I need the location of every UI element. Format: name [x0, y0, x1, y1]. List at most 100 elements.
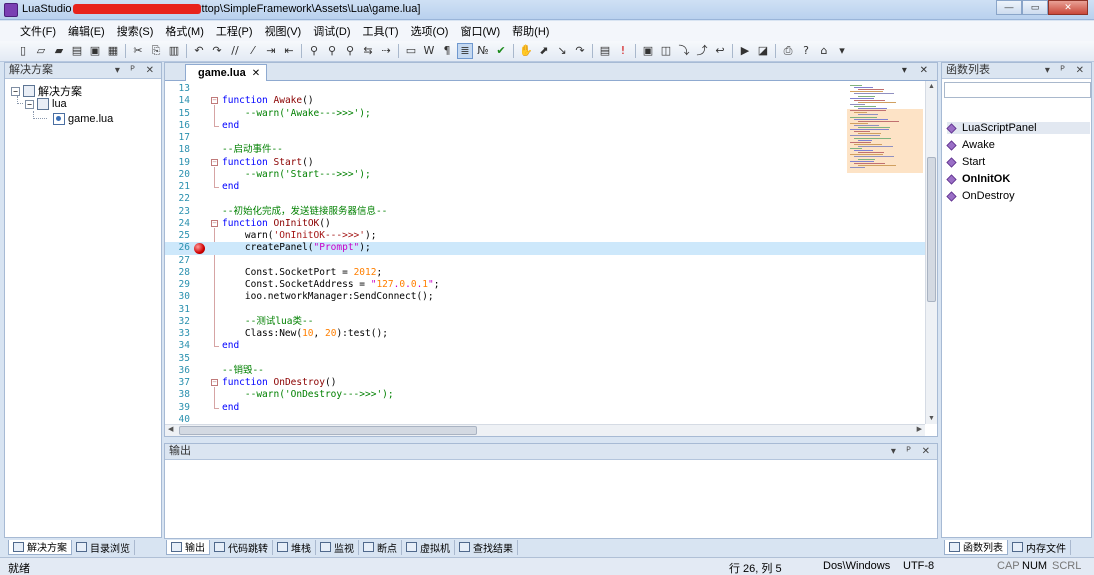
- menu-search[interactable]: 搜索(S): [111, 23, 160, 39]
- wrap-icon[interactable]: ≣: [457, 43, 473, 59]
- hand-icon[interactable]: ✋: [519, 44, 533, 58]
- menu-help[interactable]: 帮助(H): [506, 23, 555, 39]
- collapse-icon[interactable]: −: [11, 86, 20, 96]
- code-line[interactable]: 39 end: [165, 402, 925, 414]
- tabstrip-controls[interactable]: ▾ ✕: [902, 65, 933, 76]
- paste-icon[interactable]: ▥: [167, 44, 181, 58]
- tab-stack[interactable]: 堆栈: [273, 539, 316, 555]
- function-item[interactable]: OnDestroy: [946, 190, 1015, 202]
- vertical-scrollbar[interactable]: ▲ ▼: [925, 81, 937, 424]
- find-icon[interactable]: ⚲: [307, 44, 321, 58]
- outdent-icon[interactable]: ⇤: [282, 44, 296, 58]
- run-icon[interactable]: ▶: [738, 44, 752, 58]
- tab-watch[interactable]: 监视: [316, 539, 359, 555]
- stack-icon[interactable]: ▤: [598, 44, 612, 58]
- copy-icon[interactable]: ⎘: [149, 44, 163, 58]
- tab-directory-browse[interactable]: 目录浏览: [72, 539, 135, 555]
- menu-file[interactable]: 文件(F): [14, 23, 62, 39]
- panel-controls[interactable]: ▾ ᴾ ✕: [115, 63, 158, 78]
- code-line[interactable]: 35: [165, 353, 925, 365]
- menu-options[interactable]: 选项(O): [405, 23, 455, 39]
- watch-icon[interactable]: ◫: [659, 44, 673, 58]
- code-line[interactable]: 18 --启动事件--: [165, 144, 925, 156]
- help-icon[interactable]: ?: [799, 44, 813, 58]
- code-line[interactable]: 19 function Start(): [165, 157, 925, 169]
- undo-icon[interactable]: ↶: [192, 44, 206, 58]
- fold-toggle-icon[interactable]: −: [211, 158, 218, 166]
- frame-icon[interactable]: ▣: [641, 44, 655, 58]
- indent-icon[interactable]: ⇥: [264, 44, 278, 58]
- menu-view[interactable]: 视图(V): [259, 23, 308, 39]
- code-line[interactable]: 29 Const.SocketAddress = "127.0.0.1";: [165, 279, 925, 291]
- code-area[interactable]: 13 14 function Awake() −15 --warn('Awake---…: [165, 81, 925, 424]
- home-icon[interactable]: ⌂: [817, 44, 831, 58]
- comment-icon[interactable]: //: [228, 44, 242, 58]
- debug-icon[interactable]: ◪: [756, 44, 770, 58]
- view-icon[interactable]: ▭: [404, 44, 418, 58]
- vertical-scroll-thumb[interactable]: [927, 157, 936, 302]
- save-icon[interactable]: ▣: [88, 44, 102, 58]
- goto-icon[interactable]: ⇢: [379, 44, 393, 58]
- code-line[interactable]: 34 end: [165, 340, 925, 352]
- scroll-left-icon[interactable]: ◀: [168, 425, 173, 433]
- code-line[interactable]: 26 createPanel("Prompt");: [165, 242, 925, 255]
- horizontal-scrollbar[interactable]: ◀ ▶: [165, 424, 925, 436]
- open-icon[interactable]: ▱: [34, 44, 48, 58]
- code-line[interactable]: 16 end: [165, 120, 925, 132]
- replace-icon[interactable]: ⇆: [361, 44, 375, 58]
- panel-controls[interactable]: ▾ ᴾ ✕: [891, 444, 934, 459]
- code-line[interactable]: 40: [165, 414, 925, 424]
- tab-game-lua[interactable]: game.lua ✕: [185, 64, 268, 81]
- code-line[interactable]: 33 Class:New(10, 20):test();: [165, 328, 925, 340]
- tab-memory-files[interactable]: 内存文件: [1008, 539, 1071, 555]
- collapse-icon[interactable]: −: [25, 99, 34, 109]
- save-all-icon[interactable]: ▦: [106, 44, 120, 58]
- function-item[interactable]: LuaScriptPanel: [946, 122, 1090, 134]
- fold-toggle-icon[interactable]: −: [211, 97, 218, 105]
- close-button[interactable]: ✕: [1048, 0, 1088, 15]
- code-line[interactable]: 13: [165, 83, 925, 95]
- code-line[interactable]: 38 --warn('OnDestroy--->>>');: [165, 389, 925, 401]
- step-in-icon[interactable]: ⤵: [677, 44, 691, 58]
- scroll-up-icon[interactable]: ▲: [928, 83, 935, 90]
- tab-virtual-machine[interactable]: 虚拟机: [402, 539, 455, 555]
- code-line[interactable]: 28 Const.SocketPort = 2012;: [165, 267, 925, 279]
- code-line[interactable]: 17: [165, 132, 925, 144]
- menu-window[interactable]: 窗口(W): [454, 23, 506, 39]
- menu-debug[interactable]: 调试(D): [307, 23, 356, 39]
- code-line[interactable]: 24 function OnInitOK(): [165, 218, 925, 230]
- code-line[interactable]: 32 --测试lua类--: [165, 316, 925, 328]
- code-line[interactable]: 21 end: [165, 181, 925, 193]
- more-icon[interactable]: ▾: [835, 44, 849, 58]
- function-item[interactable]: Awake: [946, 139, 995, 151]
- return-icon[interactable]: ↩: [713, 44, 727, 58]
- step-over-icon[interactable]: ↷: [573, 44, 587, 58]
- tab-solution[interactable]: 解决方案: [8, 539, 72, 555]
- tab-breakpoints[interactable]: 断点: [359, 539, 402, 555]
- function-item[interactable]: Start: [946, 156, 985, 168]
- fold-toggle-icon[interactable]: −: [211, 379, 218, 386]
- cut-icon[interactable]: ✂: [131, 44, 145, 58]
- code-line[interactable]: 23 --初始化完成，发送链接服务器信息--: [165, 206, 925, 218]
- print-icon[interactable]: ⎙: [781, 44, 795, 58]
- linenumber-icon[interactable]: №: [476, 44, 490, 58]
- paragraph-icon[interactable]: ¶: [440, 44, 454, 58]
- tab-find-results[interactable]: 查找结果: [455, 539, 518, 555]
- code-line[interactable]: 30 ioo.networkManager:SendConnect();: [165, 291, 925, 303]
- maximize-button[interactable]: ▭: [1022, 0, 1048, 15]
- find-next-icon[interactable]: ⚲: [325, 44, 339, 58]
- menu-project[interactable]: 工程(P): [210, 23, 259, 39]
- whitespace-icon[interactable]: W: [422, 44, 436, 58]
- function-item-current[interactable]: OnInitOK: [946, 173, 1010, 185]
- open-project-icon[interactable]: ▤: [70, 44, 84, 58]
- code-line[interactable]: 20 --warn('Start--->>>');: [165, 169, 925, 181]
- tree-folder-lua[interactable]: − lua: [25, 98, 67, 110]
- scroll-down-icon[interactable]: ▼: [928, 415, 935, 422]
- code-minimap[interactable]: [847, 81, 923, 173]
- code-line[interactable]: 31: [165, 304, 925, 316]
- code-line[interactable]: 14 function Awake(): [165, 95, 925, 107]
- function-search-input[interactable]: [944, 82, 1091, 98]
- find-prev-icon[interactable]: ⚲: [343, 44, 357, 58]
- menu-edit[interactable]: 编辑(E): [62, 23, 111, 39]
- exclamation-icon[interactable]: !: [616, 44, 630, 58]
